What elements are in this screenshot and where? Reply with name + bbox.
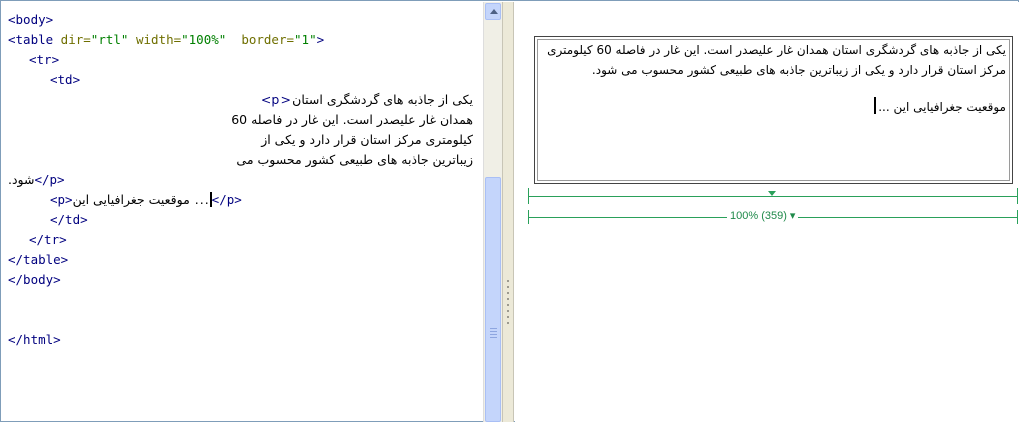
code-view[interactable]: <body> <table dir="rtl" width="100%" bor… — [2, 2, 483, 422]
table-width-label[interactable]: 100% (359) ▾ — [727, 209, 799, 222]
code-line-html-close[interactable]: </html> — [8, 330, 61, 350]
split-editor-window: <body> <table dir="rtl" width="100%" bor… — [0, 0, 1019, 422]
code-line-paragraph-text-3[interactable]: کیلومتری مرکز استان قرار دارد و یکی از — [261, 130, 473, 150]
splitter-grip-dot — [507, 286, 509, 288]
code-line-paragraph-text-2[interactable]: همدان غار علیصدر است. این غار در فاصله 6… — [231, 110, 473, 130]
design-view[interactable]: یکی از جاذبه های گردشگری استان همدان غار… — [515, 2, 1019, 422]
code-line-paragraph-text-4[interactable]: زیباترین جاذبه های طبیعی کشور محسوب می — [236, 150, 473, 170]
column-menu-arrow-icon[interactable] — [768, 191, 776, 196]
splitter-grip-dot — [507, 304, 509, 306]
rendered-paragraph-1[interactable]: یکی از جاذبه های گردشگری استان همدان غار… — [541, 41, 1006, 80]
scroll-up-button[interactable] — [485, 3, 501, 20]
splitter-grip-dot — [507, 316, 509, 318]
thumb-grip-line — [490, 328, 497, 329]
code-line-td-open[interactable]: <td> — [50, 70, 80, 90]
splitter-grip-dot — [507, 298, 509, 300]
code-vertical-scrollbar[interactable] — [483, 2, 502, 422]
thumb-grip-line — [490, 337, 497, 338]
rendered-paragraph-2[interactable]: موقعیت جغرافیایی این ... — [541, 97, 1006, 118]
ruler-column-line — [528, 196, 1018, 197]
code-line-paragraph-start[interactable]: یکی از جاذبه های گردشگری استان<p> — [261, 90, 473, 110]
code-line-paragraph2[interactable]: <p>... موقعیت جغرافیایی این </p> — [50, 190, 242, 210]
code-line-table-open[interactable]: <table dir="rtl" width="100%" border="1"… — [8, 30, 324, 50]
pane-splitter[interactable] — [502, 2, 514, 422]
rendered-table[interactable]: یکی از جاذبه های گردشگری استان همدان غار… — [534, 36, 1013, 184]
thumb-grip-line — [490, 331, 497, 332]
code-line-body-open[interactable]: <body> — [8, 10, 53, 30]
code-line-tr-close[interactable]: </tr> — [29, 230, 67, 250]
thumb-grip-line — [490, 334, 497, 335]
scroll-thumb[interactable] — [485, 177, 501, 422]
rendered-table-cell[interactable]: یکی از جاذبه های گردشگری استان همدان غار… — [537, 39, 1010, 181]
code-line-td-close[interactable]: </td> — [50, 210, 88, 230]
splitter-grip-dot — [507, 280, 509, 282]
splitter-grip-dot — [507, 292, 509, 294]
code-line-body-close[interactable]: </body> — [8, 270, 61, 290]
splitter-grip-dot — [507, 310, 509, 312]
code-line-paragraph-end[interactable]: شود.</p> — [8, 170, 65, 190]
code-line-table-close[interactable]: </table> — [8, 250, 68, 270]
table-width-ruler[interactable]: 100% (359) ▾ — [528, 188, 1018, 228]
design-text-cursor — [874, 97, 877, 114]
code-line-tr-open[interactable]: <tr> — [29, 50, 59, 70]
splitter-grip-dot — [507, 322, 509, 324]
